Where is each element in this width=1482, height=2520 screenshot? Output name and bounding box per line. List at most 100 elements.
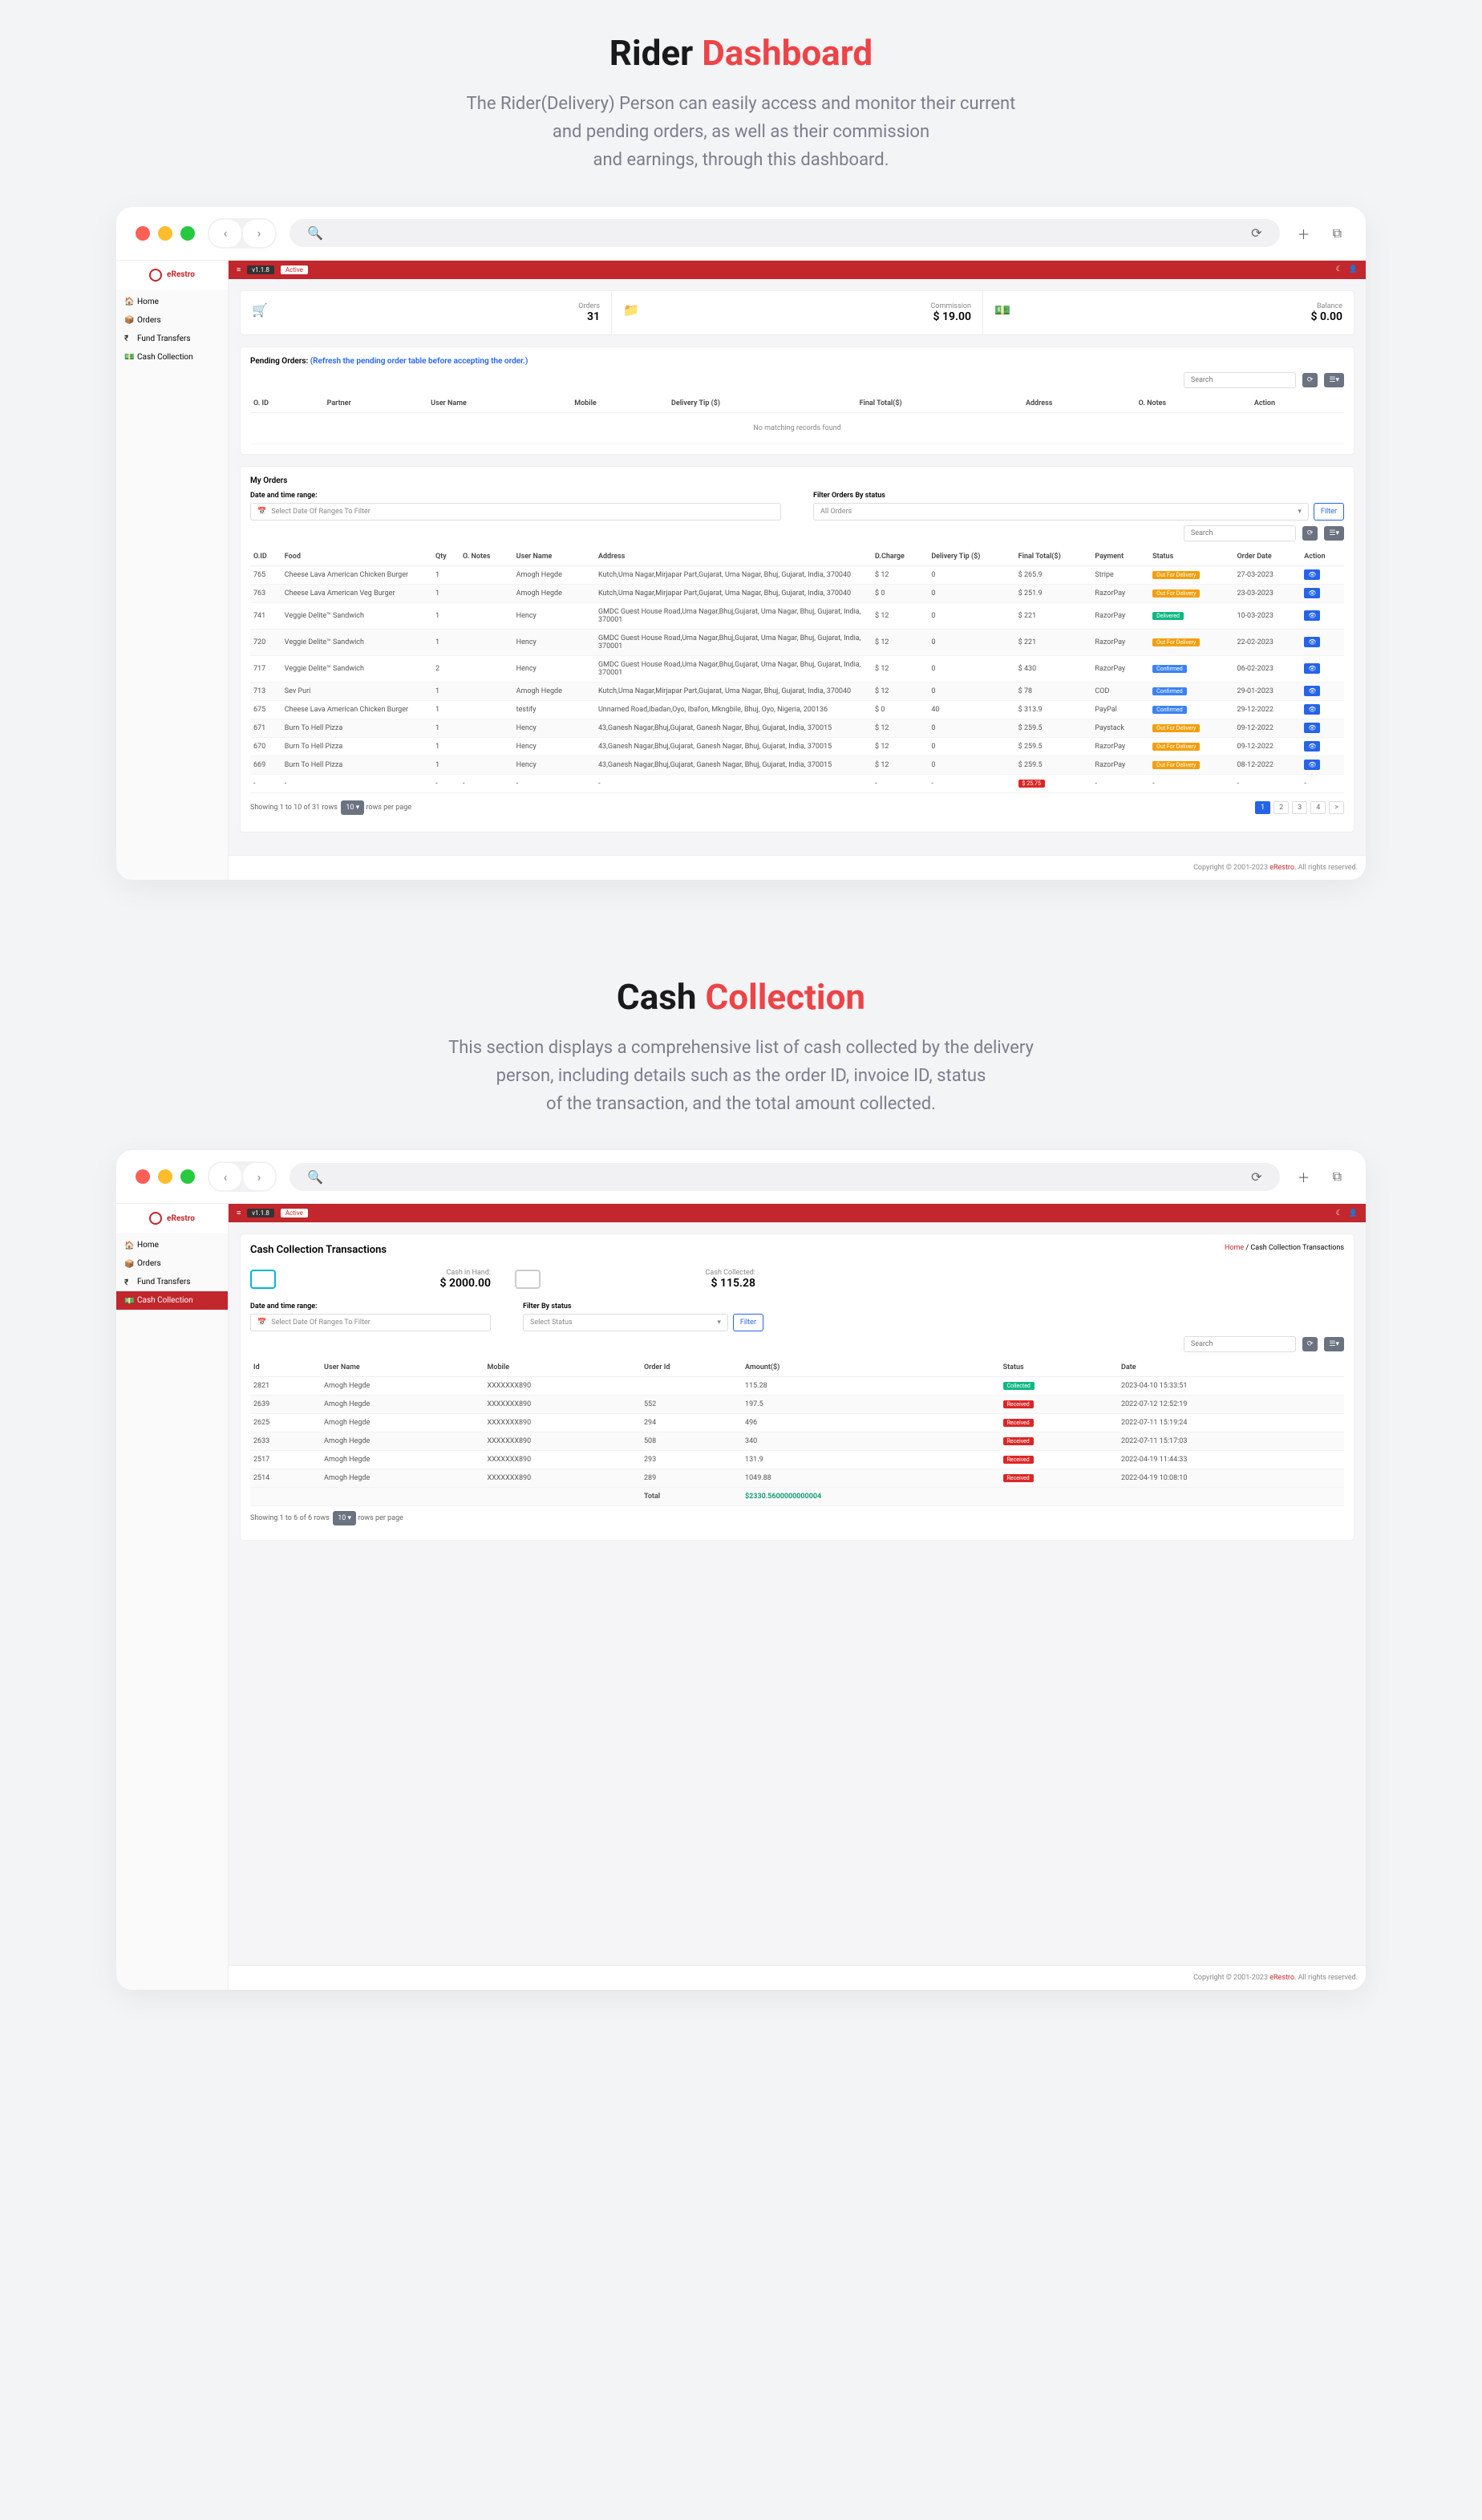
col-header[interactable]: Address xyxy=(1022,395,1136,413)
moon-icon[interactable]: ☾ xyxy=(1336,1209,1342,1217)
copy-icon[interactable]: ⧉ xyxy=(1328,1169,1346,1185)
filter-button[interactable]: Filter xyxy=(1314,503,1344,521)
col-header[interactable]: Qty xyxy=(432,548,460,566)
col-header[interactable]: D.Charge xyxy=(872,548,928,566)
columns-button[interactable]: ☰▾ xyxy=(1324,1337,1344,1351)
sidebar-item-home[interactable]: 🏠Home xyxy=(116,293,228,311)
minimize-icon[interactable] xyxy=(158,226,172,241)
view-button[interactable]: 👁 xyxy=(1304,637,1320,647)
view-button[interactable]: 👁 xyxy=(1304,741,1320,752)
col-header[interactable]: Final Total($) xyxy=(1015,548,1092,566)
minimize-icon[interactable] xyxy=(158,1169,172,1184)
col-header[interactable]: Mobile xyxy=(571,395,668,413)
sidebar-item-home[interactable]: 🏠Home xyxy=(116,1236,228,1254)
refresh-button[interactable]: ⟳ xyxy=(1302,373,1318,387)
new-tab-icon[interactable]: ＋ xyxy=(1293,1167,1315,1186)
view-button[interactable]: 👁 xyxy=(1304,723,1320,733)
orders-search[interactable] xyxy=(1184,525,1296,541)
col-header[interactable]: O. Notes xyxy=(460,548,513,566)
col-header[interactable]: Delivery Tip ($) xyxy=(668,395,856,413)
col-header[interactable]: O. Notes xyxy=(1136,395,1251,413)
col-header[interactable]: Partner xyxy=(324,395,428,413)
col-header[interactable]: User Name xyxy=(513,548,595,566)
url-input[interactable] xyxy=(334,1170,1240,1183)
copy-icon[interactable]: ⧉ xyxy=(1328,225,1346,241)
sidebar-item-cash-collection[interactable]: 💵Cash Collection xyxy=(116,348,228,367)
per-page-select[interactable]: 10 ▾ xyxy=(341,800,364,815)
url-bar[interactable]: 🔍⟳ xyxy=(290,1163,1280,1191)
per-page-select[interactable]: 10 ▾ xyxy=(333,1511,356,1525)
reload-icon[interactable]: ⟳ xyxy=(1246,225,1266,241)
breadcrumb-home[interactable]: Home xyxy=(1225,1244,1244,1252)
menu-toggle-icon[interactable]: ≡ xyxy=(237,1209,241,1217)
col-header[interactable]: User Name xyxy=(427,395,571,413)
col-header[interactable]: User Name xyxy=(321,1359,484,1377)
col-header[interactable]: Delivery Tip ($) xyxy=(928,548,1014,566)
col-header[interactable]: Order Id xyxy=(641,1359,742,1377)
col-header[interactable]: Amount($) xyxy=(742,1359,1000,1377)
page-button[interactable]: 4 xyxy=(1310,801,1326,814)
sidebar-item-fund-transfers[interactable]: ₹Fund Transfers xyxy=(116,1273,228,1291)
view-button[interactable]: 👁 xyxy=(1304,569,1320,580)
view-button[interactable]: 👁 xyxy=(1304,588,1320,598)
maximize-icon[interactable] xyxy=(180,226,195,241)
new-tab-icon[interactable]: ＋ xyxy=(1293,224,1315,243)
view-button[interactable]: 👁 xyxy=(1304,610,1320,621)
col-header[interactable]: Final Total($) xyxy=(856,395,1022,413)
col-header[interactable]: Mobile xyxy=(484,1359,642,1377)
view-button[interactable]: 👁 xyxy=(1304,760,1320,770)
col-header[interactable]: O. ID xyxy=(250,395,324,413)
col-header[interactable]: Order Date xyxy=(1233,548,1301,566)
page-button[interactable]: 3 xyxy=(1292,801,1307,814)
view-button[interactable]: 👁 xyxy=(1304,704,1320,715)
close-icon[interactable] xyxy=(136,1169,150,1184)
columns-button[interactable]: ☰▾ xyxy=(1324,373,1344,387)
cash-date-input[interactable]: 📅Select Date Of Ranges To Filter xyxy=(250,1314,491,1331)
pending-refresh-link[interactable]: (Refresh the pending order table before … xyxy=(310,357,528,366)
sidebar-item-cash-collection[interactable]: 💵Cash Collection xyxy=(116,1291,228,1310)
col-header[interactable]: Date xyxy=(1118,1359,1344,1377)
col-header[interactable]: Status xyxy=(1000,1359,1118,1377)
sidebar-item-fund-transfers[interactable]: ₹Fund Transfers xyxy=(116,330,228,348)
page-button[interactable]: 2 xyxy=(1273,801,1289,814)
col-header[interactable]: O.ID xyxy=(250,548,281,566)
close-icon[interactable] xyxy=(136,226,150,241)
cash-filter-button[interactable]: Filter xyxy=(733,1314,763,1331)
footer-brand[interactable]: eRestro. xyxy=(1269,1974,1296,1982)
moon-icon[interactable]: ☾ xyxy=(1336,265,1342,273)
date-filter-input[interactable]: 📅Select Date Of Ranges To Filter xyxy=(250,503,781,521)
col-header[interactable]: Action xyxy=(1301,548,1344,566)
logo[interactable]: eRestro xyxy=(116,261,228,290)
page-button[interactable]: 1 xyxy=(1255,801,1270,814)
col-header[interactable]: Food xyxy=(281,548,432,566)
pending-search[interactable] xyxy=(1184,372,1296,388)
user-icon[interactable]: 👤 xyxy=(1349,1209,1358,1217)
view-button[interactable]: 👁 xyxy=(1304,663,1320,674)
page-button[interactable]: > xyxy=(1329,801,1344,814)
refresh-button[interactable]: ⟳ xyxy=(1302,526,1318,541)
cash-status-select[interactable]: Select Status▾ xyxy=(523,1314,728,1331)
footer-brand[interactable]: eRestro. xyxy=(1269,864,1296,872)
col-header[interactable]: Action xyxy=(1251,395,1344,413)
user-icon[interactable]: 👤 xyxy=(1349,265,1358,273)
refresh-button[interactable]: ⟳ xyxy=(1302,1337,1318,1351)
back-button[interactable]: ‹ xyxy=(209,220,241,247)
col-header[interactable]: Address xyxy=(595,548,872,566)
menu-toggle-icon[interactable]: ≡ xyxy=(237,265,241,274)
logo[interactable]: eRestro xyxy=(116,1204,228,1233)
sidebar-item-orders[interactable]: 📦Orders xyxy=(116,311,228,330)
url-input[interactable] xyxy=(334,227,1240,240)
forward-button[interactable]: › xyxy=(243,220,275,247)
status-filter-select[interactable]: All Orders▾ xyxy=(813,503,1309,521)
col-header[interactable]: Payment xyxy=(1091,548,1149,566)
forward-button[interactable]: › xyxy=(243,1163,275,1190)
reload-icon[interactable]: ⟳ xyxy=(1246,1169,1266,1185)
maximize-icon[interactable] xyxy=(180,1169,195,1184)
view-button[interactable]: 👁 xyxy=(1304,686,1320,696)
url-bar[interactable]: 🔍 ⟳ xyxy=(290,219,1280,247)
col-header[interactable]: Id xyxy=(250,1359,321,1377)
cash-search[interactable] xyxy=(1184,1336,1296,1352)
col-header[interactable]: Status xyxy=(1149,548,1233,566)
sidebar-item-orders[interactable]: 📦Orders xyxy=(116,1254,228,1273)
columns-button[interactable]: ☰▾ xyxy=(1324,526,1344,541)
